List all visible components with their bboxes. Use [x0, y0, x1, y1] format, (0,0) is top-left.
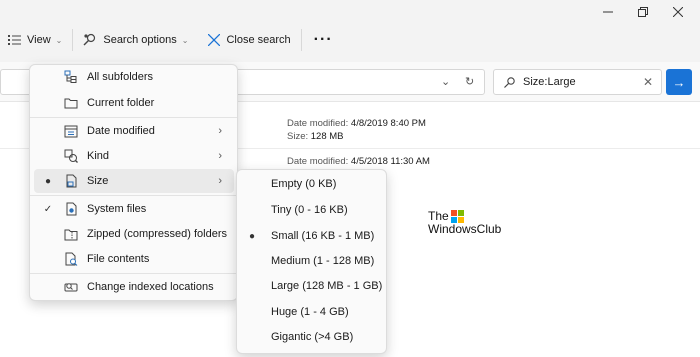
logo-line1: The: [428, 209, 449, 223]
menu-item-label: File contents: [87, 253, 150, 265]
file-details: Date modified: 4/5/2018 11:30 AM: [287, 155, 430, 168]
search-icon: [504, 76, 515, 88]
size-option-label: Small (16 KB - 1 MB): [271, 230, 375, 242]
checkmark-icon: ✓: [43, 203, 53, 215]
clear-search-icon[interactable]: ✕: [643, 75, 653, 89]
close-search-icon: [208, 34, 221, 46]
search-box[interactable]: Size:Large ✕: [493, 69, 662, 95]
close-search-label: Close search: [226, 34, 291, 46]
menu-item-label: System files: [87, 203, 147, 215]
date-modified-value: 4/8/2019 8:40 PM: [350, 118, 426, 129]
size-option-large[interactable]: Large (128 MB - 1 GB): [241, 274, 383, 298]
search-options-icon: [83, 33, 96, 46]
chevron-down-icon: ⌄: [55, 35, 63, 45]
menu-item-size[interactable]: ● Size ›: [34, 169, 234, 193]
file-details: Date modified: 4/8/2019 8:40 PM Size: 12…: [287, 117, 426, 143]
logo-line2: WindowsClub: [428, 222, 502, 236]
close-search-button[interactable]: Close search: [202, 26, 296, 54]
arrow-right-icon: →: [672, 74, 686, 90]
date-modified-value: 4/5/2018 11:30 AM: [350, 156, 430, 167]
toolbar-divider: [72, 29, 74, 51]
chevron-down-icon[interactable]: ⌄: [441, 75, 450, 88]
chevron-right-icon: ›: [218, 125, 222, 137]
search-options-button[interactable]: Search options ⌄: [77, 26, 194, 54]
minimize-button[interactable]: [598, 4, 618, 20]
view-icon: [8, 35, 21, 45]
size-option-label: Tiny (0 - 16 KB): [271, 204, 348, 216]
menu-item-current-folder[interactable]: Current folder: [34, 91, 234, 115]
menu-item-label: Current folder: [87, 97, 155, 109]
size-option-label: Large (128 MB - 1 GB): [271, 280, 383, 292]
menu-item-label: Size: [87, 175, 109, 187]
menu-item-label: Kind: [87, 150, 110, 162]
menu-item-system-files[interactable]: ✓ System files: [34, 197, 234, 221]
menu-item-label: Change indexed locations: [87, 281, 214, 293]
calendar-icon: [64, 124, 78, 138]
search-options-menu: All subfolders Current folder Date modif…: [29, 64, 238, 301]
size-option-huge[interactable]: Huge (1 - 4 GB): [241, 300, 383, 324]
search-go-button[interactable]: →: [666, 69, 692, 95]
command-bar: View ⌄ Search options ⌄ Close search ···: [0, 26, 341, 54]
size-option-tiny[interactable]: Tiny (0 - 16 KB): [241, 198, 383, 222]
size-option-empty[interactable]: Empty (0 KB): [241, 172, 383, 196]
menu-item-all-subfolders[interactable]: All subfolders: [34, 65, 234, 89]
chevron-right-icon: ›: [218, 150, 222, 162]
subfolders-icon: [64, 70, 78, 84]
menu-item-label: Date modified: [87, 125, 155, 137]
date-modified-label: Date modified:: [287, 118, 349, 129]
menu-divider: [30, 195, 237, 196]
chevron-right-icon: ›: [218, 175, 222, 187]
menu-item-kind[interactable]: Kind ›: [34, 144, 234, 168]
view-label: View: [27, 34, 51, 46]
kind-icon: [64, 149, 78, 163]
search-input[interactable]: Size:Large: [523, 76, 576, 88]
size-option-label: Empty (0 KB): [271, 178, 337, 190]
windows-logo-icon: [450, 210, 464, 223]
file-contents-icon: [64, 252, 78, 266]
refresh-icon[interactable]: ↻: [465, 75, 474, 88]
toolbar-divider: [300, 29, 302, 51]
size-submenu: Empty (0 KB) Tiny (0 - 16 KB) ● Small (16…: [236, 169, 387, 354]
menu-item-zipped-folders[interactable]: Zipped (compressed) folders: [34, 222, 234, 246]
folder-icon: [64, 96, 78, 110]
more-icon: ···: [313, 31, 333, 48]
size-label: Size:: [287, 131, 309, 142]
watermark-logo: The WindowsClub: [428, 210, 501, 236]
date-modified-label: Date modified:: [287, 156, 349, 167]
view-button[interactable]: View ⌄: [0, 26, 68, 54]
selected-bullet-icon: ●: [44, 175, 52, 187]
file-size-icon: [64, 174, 78, 188]
search-options-label: Search options: [103, 34, 177, 46]
size-option-label: Gigantic (>4 GB): [271, 331, 354, 343]
size-option-small[interactable]: ● Small (16 KB - 1 MB): [241, 224, 383, 248]
size-option-label: Huge (1 - 4 GB): [271, 306, 349, 318]
title-bar: View ⌄ Search options ⌄ Close search ···: [0, 0, 700, 62]
system-file-icon: [64, 202, 78, 216]
size-option-label: Medium (1 - 128 MB): [271, 255, 375, 267]
size-option-medium[interactable]: Medium (1 - 128 MB): [241, 249, 383, 273]
menu-item-file-contents[interactable]: File contents: [34, 247, 234, 271]
maximize-button[interactable]: [633, 4, 653, 20]
menu-item-change-indexed-locations[interactable]: Change indexed locations: [34, 275, 234, 299]
more-options-button[interactable]: ···: [306, 26, 341, 54]
minimize-icon: [603, 11, 613, 13]
menu-item-label: Zipped (compressed) folders: [87, 228, 228, 240]
menu-divider: [30, 273, 237, 274]
close-icon: [673, 7, 683, 17]
restore-icon: [638, 7, 648, 17]
index-locations-icon: [64, 280, 78, 294]
selected-bullet-icon: ●: [249, 230, 256, 242]
zip-folder-icon: [64, 227, 78, 241]
size-value: 128 MB: [310, 131, 344, 142]
chevron-down-icon: ⌄: [181, 35, 189, 45]
close-window-button[interactable]: [668, 4, 688, 20]
menu-divider: [30, 117, 237, 118]
menu-item-date-modified[interactable]: Date modified ›: [34, 119, 234, 143]
size-option-gigantic[interactable]: Gigantic (>4 GB): [241, 325, 383, 349]
menu-item-label: All subfolders: [87, 71, 154, 83]
